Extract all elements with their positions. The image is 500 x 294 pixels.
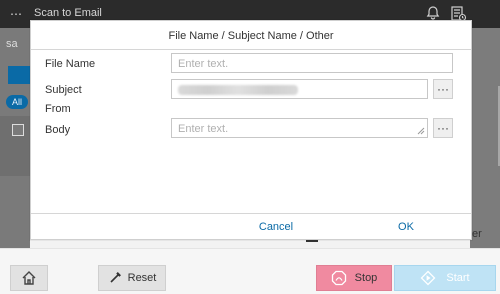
menu-button[interactable]: ⋯ [6, 6, 26, 22]
body-input[interactable]: Enter text. [171, 118, 428, 138]
file-name-placeholder: Enter text. [178, 58, 229, 70]
filter-chip-all: All [6, 95, 28, 109]
filter-chip-label: All [11, 97, 22, 107]
start-label: Start [446, 272, 470, 284]
background-list-row [0, 116, 30, 176]
body-placeholder: Enter text. [178, 123, 229, 135]
home-button[interactable] [10, 265, 48, 291]
from-label: From [45, 103, 71, 115]
ellipsis-icon: ⋯ [10, 7, 22, 21]
background-checkbox [12, 124, 24, 136]
cancel-label: Cancel [258, 221, 294, 233]
app-title: Scan to Email [34, 7, 102, 19]
body-more-button[interactable]: ··· [433, 118, 453, 138]
resize-handle-icon[interactable] [417, 127, 425, 135]
search-stub-text: sa [6, 38, 18, 50]
file-name-label: File Name [45, 58, 96, 70]
file-subject-dialog: File Name / Subject Name / Other File Na… [30, 20, 472, 240]
background-left-panel: sa All [0, 28, 30, 248]
file-name-input[interactable]: Enter text. [171, 53, 453, 73]
dialog-footer-divider [31, 213, 471, 214]
background-right-panel: er [306, 28, 500, 248]
body-label: Body [45, 124, 71, 136]
background-blue-block [8, 66, 30, 84]
start-button[interactable]: Start [394, 265, 496, 291]
subject-value-redacted [178, 85, 298, 96]
background-right-text: er [472, 228, 482, 240]
more-icon: ··· [437, 121, 449, 135]
subject-input[interactable] [171, 79, 428, 99]
reset-label: Reset [127, 272, 157, 284]
cancel-button[interactable]: Cancel [236, 221, 316, 233]
ok-label: OK [398, 221, 414, 233]
reset-icon [110, 272, 121, 283]
more-icon: ··· [437, 82, 449, 96]
home-icon [22, 271, 36, 285]
dialog-title-divider [31, 49, 471, 50]
start-icon [420, 270, 436, 286]
stop-icon [331, 270, 346, 286]
ok-button[interactable]: OK [371, 221, 441, 233]
subject-label: Subject [45, 84, 82, 96]
subject-more-button[interactable]: ··· [433, 79, 453, 99]
stop-button[interactable]: Stop [316, 265, 392, 291]
stop-label: Stop [354, 272, 378, 284]
dialog-title: File Name / Subject Name / Other [168, 30, 334, 42]
reset-button[interactable]: Reset [98, 265, 166, 291]
